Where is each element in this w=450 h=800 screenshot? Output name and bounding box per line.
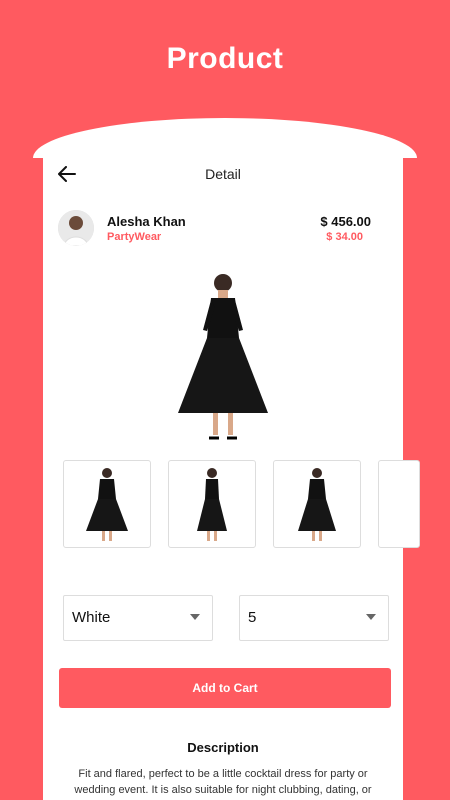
thumbnail-strip — [63, 460, 420, 550]
main-product-image — [173, 268, 273, 448]
product-price: $ 456.00 — [320, 214, 371, 229]
banner-title: Product — [166, 42, 284, 75]
color-select-value: White — [72, 609, 111, 626]
thumbnail-4[interactable] — [378, 460, 420, 548]
thumbnail-3[interactable] — [273, 460, 361, 548]
thumbnail-2[interactable] — [168, 460, 256, 548]
add-to-cart-button[interactable]: Add to Cart — [59, 668, 391, 708]
seller-category: PartyWear — [107, 231, 162, 243]
page-title: Detail — [205, 166, 241, 182]
color-select[interactable]: White — [63, 595, 213, 641]
thumbnail-1[interactable] — [63, 460, 151, 548]
chevron-down-icon — [366, 614, 376, 620]
header: Detail — [43, 150, 403, 200]
seller-name: Alesha Khan — [107, 214, 186, 229]
dress-image — [178, 274, 268, 440]
size-select-value: 5 — [248, 609, 257, 626]
secondary-price: $ 34.00 — [326, 231, 363, 243]
description-title: Description — [187, 740, 259, 755]
person-avatar-icon — [58, 210, 94, 246]
chevron-down-icon — [190, 614, 200, 620]
detail-screen: Detail Alesha Khan PartyWear $ 456.00 $ … — [43, 150, 420, 800]
seller-info: Alesha Khan PartyWear $ 456.00 $ 34.00 — [58, 210, 388, 250]
avatar[interactable] — [58, 210, 94, 246]
size-select[interactable]: 5 — [239, 595, 389, 641]
description-text: Fit and flared, perfect to be a little c… — [74, 768, 372, 796]
